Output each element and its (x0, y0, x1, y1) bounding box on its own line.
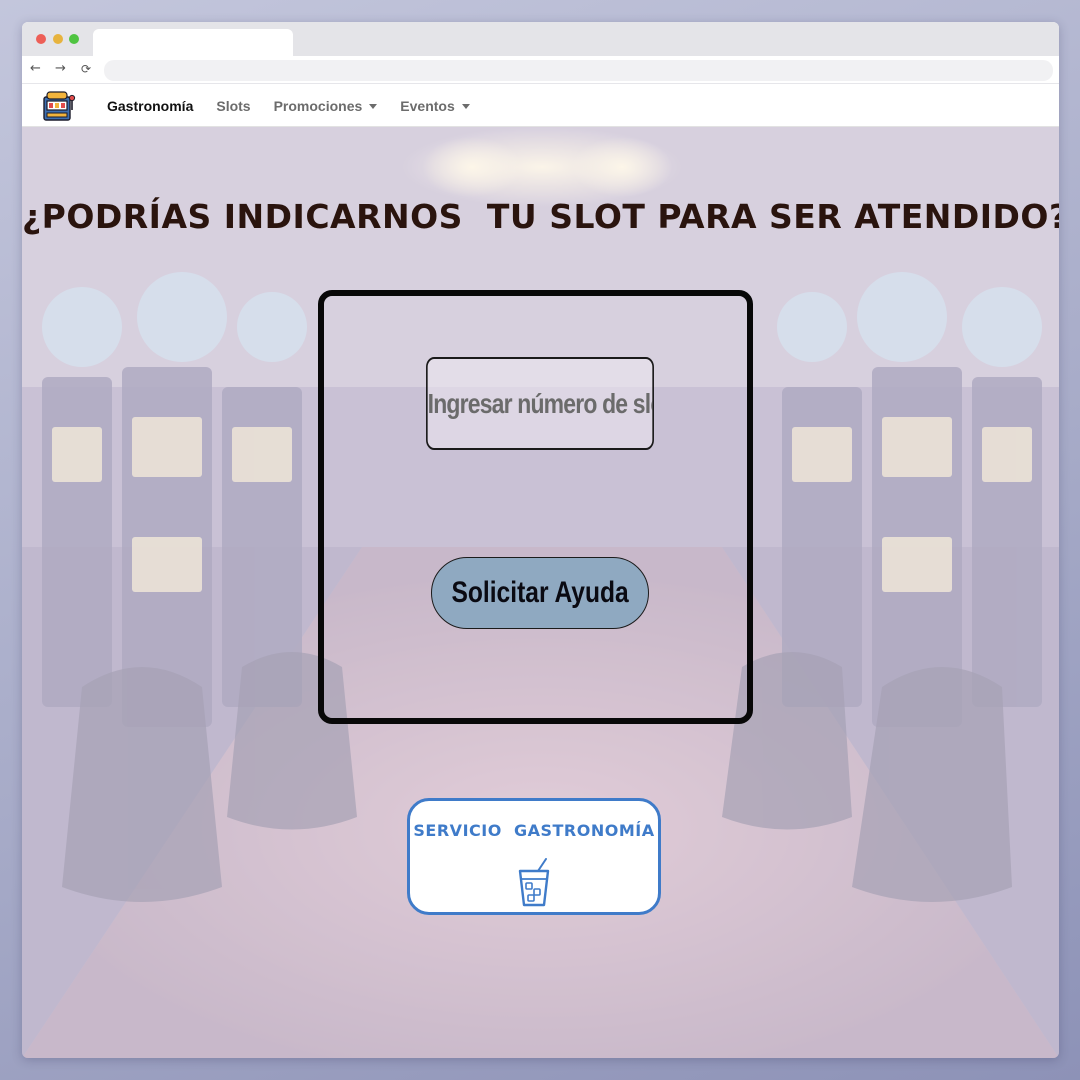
nav-link-gastronomia[interactable]: Gastronomía (107, 98, 193, 114)
nav-link-slots[interactable]: Slots (216, 98, 250, 114)
nav-link-label: Eventos (400, 97, 455, 114)
drink-glass-icon (518, 858, 550, 907)
nav-dropdown-promociones[interactable]: Promociones (274, 98, 378, 114)
browser-titlebar (22, 22, 1059, 56)
nav-link-label: Promociones (273, 97, 363, 114)
url-field[interactable] (104, 60, 1053, 81)
maximize-window-button[interactable] (69, 34, 79, 44)
page-heading: ¿PODRÍAS INDICARNOS TU SLOT PARA SER ATE… (22, 197, 1059, 236)
browser-tab[interactable] (93, 29, 293, 56)
back-arrow-icon[interactable]: ← (30, 61, 41, 77)
site-navbar: Gastronomía Slots Promociones Eventos (22, 84, 1059, 127)
forward-arrow-icon[interactable]: → (55, 61, 66, 77)
slot-number-input[interactable] (426, 357, 654, 450)
food-service-label: SERVICIO GASTRONOMÍA (413, 821, 655, 840)
slot-request-card (318, 290, 753, 724)
browser-window: ← → ⟳ Gastronomía Slots Promociones Even… (22, 22, 1059, 1058)
reload-icon[interactable]: ⟳ (81, 61, 91, 77)
main-content: ¿PODRÍAS INDICARNOS TU SLOT PARA SER ATE… (22, 127, 1059, 1058)
request-help-button[interactable]: Solicitar Ayuda (431, 557, 649, 629)
minimize-window-button[interactable] (53, 34, 63, 44)
caret-down-icon (461, 103, 470, 109)
caret-down-icon (369, 103, 378, 109)
nav-dropdown-eventos[interactable]: Eventos (400, 97, 470, 114)
close-window-button[interactable] (36, 34, 46, 44)
request-help-label: Solicitar Ayuda (451, 576, 629, 609)
slot-machine-icon[interactable] (42, 88, 76, 122)
food-service-button[interactable]: SERVICIO GASTRONOMÍA (407, 798, 661, 915)
browser-toolbar: ← → ⟳ (22, 56, 1059, 84)
